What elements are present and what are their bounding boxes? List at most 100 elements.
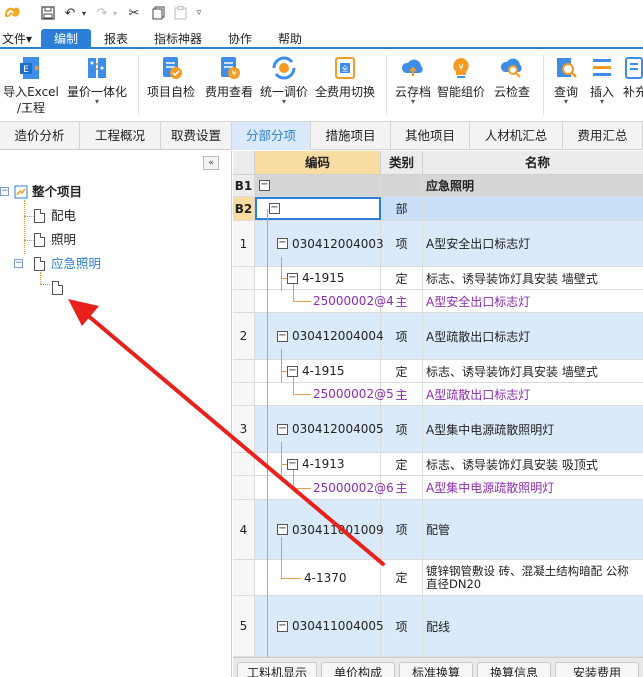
code-cell: −030411004005 [255, 596, 384, 656]
code-cell: 4-1370 [255, 560, 381, 595]
cloud-check-button[interactable]: 云检查 [488, 53, 536, 119]
import-excel-caret: ▾ [25, 104, 30, 113]
code-cell: − [255, 175, 381, 196]
tab-conversion-info[interactable]: 换算信息 [477, 662, 551, 677]
svg-text:E: E [23, 65, 29, 75]
query-button[interactable]: 查询 ▾ [548, 53, 584, 119]
self-check-label: 项目自检 [146, 85, 195, 99]
tab-sub-items[interactable]: 分部分项 [232, 122, 311, 150]
tree-emergency-expander[interactable]: − [14, 259, 23, 268]
query-icon [557, 58, 577, 78]
tab-unit-price-composition[interactable]: 单价构成 [321, 662, 395, 677]
table-row[interactable]: −4-1913 定 标志、诱导装饰灯具安装 吸顶式 [233, 453, 643, 476]
undo-dropdown-icon[interactable]: ▾ [79, 4, 89, 22]
table-row[interactable]: 5 −030411004005 项 配线 [233, 596, 643, 657]
project-self-check-button[interactable]: 项目自检 [142, 53, 200, 119]
fee-view-button[interactable]: ¥ 费用查看 [200, 53, 258, 119]
tab-standard-conversion[interactable]: 标准换算 [399, 662, 473, 677]
cloud-archive-button[interactable]: 云存档 ▾ [390, 53, 436, 119]
collapse-icon[interactable]: − [287, 458, 298, 470]
menu-help[interactable]: 帮助 [273, 29, 307, 49]
collapse-icon[interactable]: − [287, 365, 298, 377]
tab-project-overview[interactable]: 工程概况 [80, 122, 161, 150]
smart-pricing-label: 智能组价 [436, 85, 485, 99]
menu-index-tool[interactable]: 指标神器 [148, 29, 208, 49]
cut-icon[interactable]: ✂ [126, 4, 142, 22]
collapse-icon[interactable]: − [259, 180, 270, 191]
collapse-icon[interactable]: − [277, 524, 288, 535]
collapse-icon[interactable]: − [277, 620, 288, 632]
collapse-icon[interactable]: − [287, 272, 298, 284]
tree-connector [24, 240, 34, 241]
tree-item-root[interactable]: 整个项目 [14, 182, 134, 202]
tab-measure-items[interactable]: 措施项目 [311, 122, 391, 150]
smart-pricing-icon: ¥ [453, 58, 469, 78]
smart-pricing-button[interactable]: ¥ 智能组价 [434, 53, 488, 119]
code-cell: 25000002@5 [255, 383, 394, 405]
fee-view-label: 费用查看 [204, 85, 253, 99]
column-header-code[interactable]: 编码 [255, 151, 381, 175]
menu-edit[interactable]: 编制 [41, 29, 91, 49]
insert-button[interactable]: 插入 ▾ [585, 53, 619, 119]
tree-item-lighting[interactable]: 照明 [34, 230, 124, 250]
tab-fee-settings[interactable]: 取费设置 [161, 122, 232, 150]
collapse-icon[interactable]: − [277, 423, 288, 435]
copy-icon[interactable] [150, 4, 166, 22]
code-text: 030411001009 [292, 522, 384, 537]
redo-icon[interactable]: ↷ [94, 4, 110, 22]
tree-root-expander[interactable]: − [0, 187, 9, 196]
grid-tree-line [293, 377, 294, 394]
code-cell: −030411001009 [255, 500, 384, 559]
tree-connector [40, 284, 50, 285]
table-row-selected[interactable]: B2 − 部 [233, 197, 643, 221]
collapse-icon[interactable]: − [277, 238, 288, 249]
tab-cost-analysis[interactable]: 造价分析 [0, 122, 80, 150]
code-cell: 25000002@4 [255, 290, 394, 312]
table-row[interactable]: 1 −030412004003 项 A型安全出口标志灯 [233, 221, 643, 267]
row-index: 2 [233, 313, 255, 359]
tab-labor-material-summary[interactable]: 人材机汇总 [470, 122, 563, 150]
tab-other-items[interactable]: 其他项目 [391, 122, 470, 150]
collapse-icon[interactable]: − [277, 330, 288, 342]
tab-fee-summary[interactable]: 费用汇总 [563, 122, 643, 150]
tab-labor-material-display[interactable]: 工料机显示 [237, 662, 317, 677]
tree-item-distribution[interactable]: 配电 [34, 206, 124, 226]
save-icon[interactable] [40, 4, 56, 22]
name-cell: A型集中电源疏散照明灯 [423, 476, 643, 499]
supplement-button[interactable]: 补充 [620, 53, 643, 119]
table-row[interactable]: −4-1915 定 标志、诱导装饰灯具安装 墙壁式 [233, 267, 643, 290]
row-index [233, 560, 255, 595]
unified-price-button[interactable]: 统一调价 ▾ [257, 53, 311, 119]
collapse-panel-button[interactable]: « [203, 156, 219, 170]
code-cell-selected[interactable]: − [255, 197, 381, 220]
collapse-icon[interactable]: − [269, 203, 280, 214]
name-cell: 标志、诱导装饰灯具安装 墙壁式 [423, 267, 643, 289]
menu-report[interactable]: 报表 [97, 29, 135, 49]
full-cost-switch-button[interactable]: 全 全费用切换 [311, 53, 379, 119]
grid-tree-line [281, 537, 282, 578]
tree-item-emergency-lighting[interactable]: 应急照明 [34, 254, 124, 274]
table-row[interactable]: −4-1915 定 标志、诱导装饰灯具安装 墙壁式 [233, 360, 643, 383]
file-icon [34, 257, 45, 271]
menu-file[interactable]: 文件▾ [0, 29, 34, 49]
menu-collab[interactable]: 协作 [222, 29, 258, 49]
column-header-type[interactable]: 类别 [381, 151, 423, 175]
table-row[interactable]: B1 − 应急照明 [233, 175, 643, 197]
insert-caret: ▾ [599, 97, 604, 106]
tab-installation-fee[interactable]: 安装费用 [555, 662, 639, 677]
quantity-price-button[interactable]: 量价一体化 ▾ [63, 53, 131, 119]
redo-dropdown-icon[interactable]: ▾ [110, 4, 120, 22]
row-index [233, 453, 255, 475]
unified-price-caret: ▾ [281, 97, 286, 106]
column-header-name[interactable]: 名称 [423, 151, 643, 175]
import-excel-button[interactable]: E 导入Excel/工程 ▾ [0, 53, 62, 119]
table-row[interactable]: 4 −030411001009 项 配管 [233, 500, 643, 560]
tree-item-unnamed[interactable] [52, 278, 72, 298]
table-row[interactable]: 2 −030412004004 项 A型疏散出口标志灯 [233, 313, 643, 360]
more-icon[interactable]: ▿ [193, 4, 205, 22]
undo-icon[interactable]: ↶ [62, 4, 78, 22]
type-cell: 项 [381, 406, 423, 452]
paste-icon[interactable] [172, 4, 188, 22]
grid-tree-line [281, 371, 287, 372]
table-row[interactable]: 3 −030412004005 项 A型集中电源疏散照明灯 [233, 406, 643, 453]
